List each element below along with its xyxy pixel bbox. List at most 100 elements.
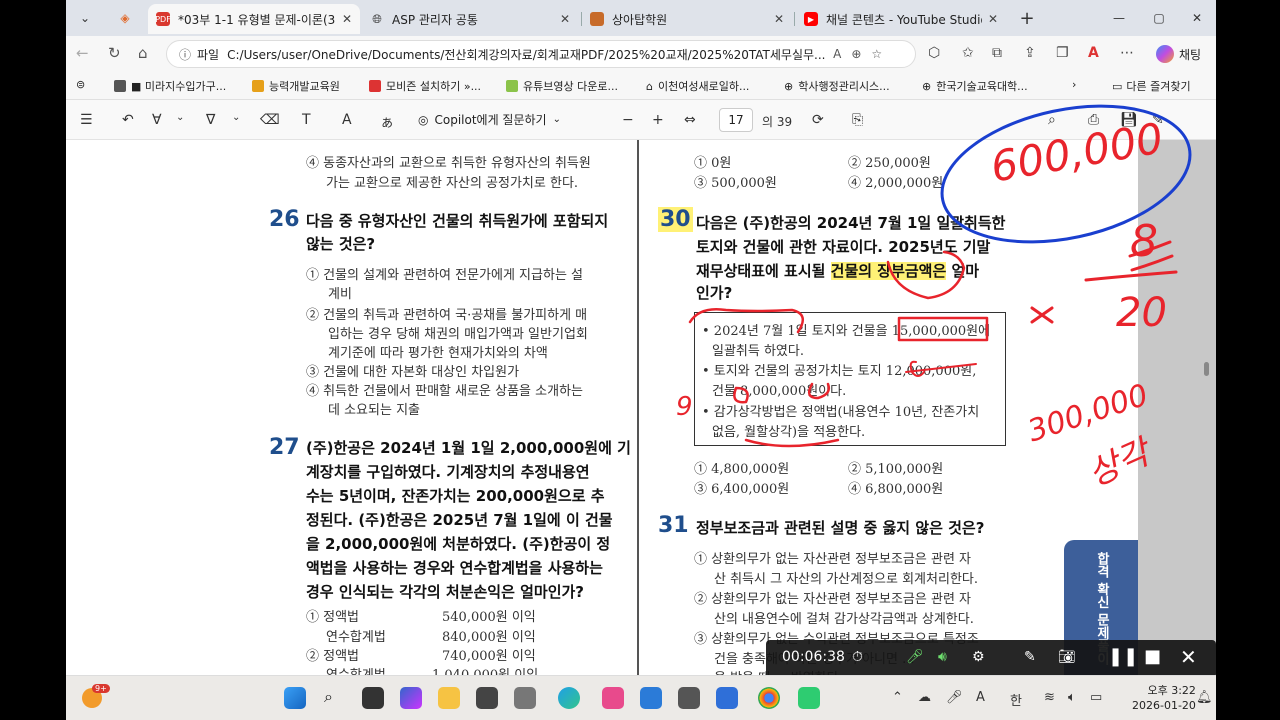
maximize-button[interactable]: ▢ (1146, 6, 1172, 30)
question-text: 경우 인식되는 각각의 처분손익은 얼마인가? (306, 583, 584, 601)
timer-icon[interactable]: ⏱ (852, 649, 863, 665)
close-tab-icon[interactable]: ✕ (342, 12, 352, 26)
bookmarks-overflow-button[interactable]: › (1072, 78, 1076, 91)
chevron-down-icon[interactable]: ⌄ (176, 112, 184, 123)
share-icon[interactable]: ⇪ (1024, 45, 1036, 61)
battery-icon[interactable]: ▭ (1090, 690, 1102, 705)
chat-button[interactable]: 채팅 (1156, 42, 1201, 66)
wifi-icon[interactable]: ≋ (1044, 690, 1055, 705)
tab-actions-button[interactable]: ⌄ (72, 6, 98, 30)
text-icon[interactable]: T (302, 112, 311, 128)
highlight-icon[interactable]: ∀ (152, 112, 162, 128)
extensions-icon[interactable]: ⬡ (928, 45, 940, 61)
draw-icon[interactable]: ↶ (122, 112, 134, 128)
tray-overflow-icon[interactable]: ⌃ (892, 690, 903, 705)
calculator-icon[interactable] (678, 687, 700, 709)
new-tab-button[interactable]: + (1014, 6, 1040, 30)
rotate-icon[interactable]: ⟳ (812, 112, 824, 128)
reader-icon[interactable]: A (833, 47, 841, 61)
app-icon[interactable] (602, 687, 624, 709)
address-bar[interactable]: ⓘ 파일 C:/Users/user/OneDrive/Documents/전산… (166, 40, 916, 68)
pen-icon[interactable]: ∇ (206, 112, 215, 128)
bookmark-item[interactable]: ■ 미라지수입가구... (114, 78, 226, 94)
question-text-part: 재무상태표에 표시될 (696, 262, 831, 280)
speaker-icon[interactable]: 🔊︎ (938, 649, 947, 665)
chevron-down-icon[interactable]: ⌄ (232, 112, 240, 123)
tab-academy[interactable]: 상아탑학원 ✕ (582, 4, 792, 34)
star-icon[interactable]: ☆ (871, 47, 882, 61)
task-view-icon[interactable] (362, 687, 384, 709)
notification-bell-icon[interactable]: 🔔︎ (1196, 690, 1213, 705)
info-icon[interactable]: ⓘ (179, 46, 191, 63)
zoom-icon[interactable]: ⊕ (851, 47, 861, 61)
read-aloud-icon[interactable]: A (342, 112, 352, 128)
pen-icon[interactable]: ✎ (1024, 649, 1036, 665)
camera-icon[interactable]: 📷︎ (1058, 649, 1076, 665)
page-view-icon[interactable]: ⎘ (852, 112, 863, 128)
bookmark-label: 한국기술교육대학... (936, 80, 1028, 93)
edge-icon[interactable] (558, 687, 580, 709)
bookmark-item[interactable]: 모비즌 설치하기 »... (369, 78, 481, 94)
search-icon[interactable]: ⌕ (324, 687, 346, 709)
search-icon[interactable]: ⌕ (1048, 112, 1056, 128)
app-icon[interactable] (640, 687, 662, 709)
chrome-icon[interactable] (758, 687, 780, 709)
home-icon: ⌂ (646, 79, 653, 93)
translate-icon[interactable]: ぁ (380, 112, 394, 132)
eraser-icon[interactable]: ⌫ (260, 112, 280, 128)
close-icon[interactable]: ✕ (1180, 645, 1197, 669)
close-tab-icon[interactable]: ✕ (988, 12, 998, 26)
fit-width-icon[interactable]: ⇔ (684, 112, 696, 128)
minimize-button[interactable]: — (1106, 6, 1132, 30)
pdf-viewport[interactable]: ④ 동종자산과의 교환으로 취득한 유형자산의 취득원 가는 교환으로 제공한 … (66, 140, 1216, 675)
other-favorites[interactable]: ▭ 다른 즐겨찾기 (1112, 78, 1191, 94)
page-number-input[interactable]: 17 (719, 108, 753, 132)
data-line: 건물 8,000,000원이다. (712, 384, 847, 399)
home-icon[interactable]: ⌂ (138, 44, 148, 62)
file-explorer-icon[interactable] (438, 687, 460, 709)
language-indicator[interactable]: A (976, 690, 985, 705)
copilot-ask-button[interactable]: ◎ Copilot에게 질문하기 ⌄ (418, 111, 561, 128)
clock[interactable]: 오후 3:22 2026-01-20 (1132, 683, 1196, 713)
bookmark-item[interactable]: 유튜브영상 다운로... (506, 78, 618, 94)
close-tab-icon[interactable]: ✕ (560, 12, 570, 26)
bookmark-item[interactable]: 능력개발교육원 (252, 78, 340, 94)
app-icon[interactable] (716, 687, 738, 709)
back-icon[interactable]: ← (76, 44, 89, 62)
microphone-icon[interactable]: 🎤︎ (946, 690, 963, 705)
more-icon[interactable]: ⋯ (1120, 45, 1134, 61)
cloud-icon[interactable]: ☁ (918, 690, 931, 705)
pause-icon[interactable]: ❚❚ (1108, 646, 1138, 667)
ai-extension-icon[interactable]: A (1088, 45, 1099, 61)
app-icon[interactable] (798, 687, 820, 709)
stop-icon[interactable]: ■ (1144, 646, 1161, 667)
app-icon[interactable] (476, 687, 498, 709)
app-icon[interactable] (514, 687, 536, 709)
tab-pdf[interactable]: PDF *03부 1-1 유형별 문제-이론(335~ ✕ (148, 4, 360, 34)
contents-icon[interactable]: ☰ (80, 112, 93, 128)
zoom-in-icon[interactable]: + (652, 112, 664, 128)
bookmark-item[interactable]: ⊕ 한국기술교육대학... (922, 78, 1028, 94)
tab-asp[interactable]: 🌐︎ ASP 관리자 공통 ✕ (362, 4, 578, 34)
workspace-icon[interactable]: ◈ (112, 6, 138, 30)
scrollbar-thumb[interactable] (1204, 362, 1209, 376)
close-window-button[interactable]: ✕ (1184, 6, 1210, 30)
question-text: 다음 중 유형자산인 건물의 취득원가에 포함되지 (306, 212, 609, 230)
settings-icon[interactable]: ⚙ (972, 649, 985, 665)
volume-icon[interactable]: 🔈︎ (1068, 690, 1076, 705)
zoom-out-icon[interactable]: − (622, 112, 634, 128)
close-tab-icon[interactable]: ✕ (774, 12, 784, 26)
favorites-icon[interactable]: ✩ (962, 45, 974, 61)
bookmark-item[interactable]: ⌂ 이천여성새로일하... (646, 78, 749, 94)
refresh-icon[interactable]: ↻ (108, 44, 121, 62)
microphone-icon[interactable]: 🎤︎ (906, 649, 924, 665)
bookmark-icon-button[interactable]: ⊜ (76, 78, 85, 91)
collections-icon[interactable]: ⧉ (992, 45, 1002, 61)
start-icon[interactable] (284, 687, 306, 709)
copy-icon[interactable]: ❐ (1056, 45, 1069, 61)
copilot-icon[interactable] (400, 687, 422, 709)
bookmark-item[interactable]: ⊕ 학사행정관리시스... (784, 78, 890, 94)
answer-option: ④ 취득한 건물에서 판매할 새로운 상품을 소개하는 (306, 384, 583, 399)
ime-indicator[interactable]: 한 (1010, 690, 1022, 709)
tab-youtube[interactable]: ▶ 채널 콘텐츠 - YouTube Studio ✕ (796, 4, 1006, 34)
